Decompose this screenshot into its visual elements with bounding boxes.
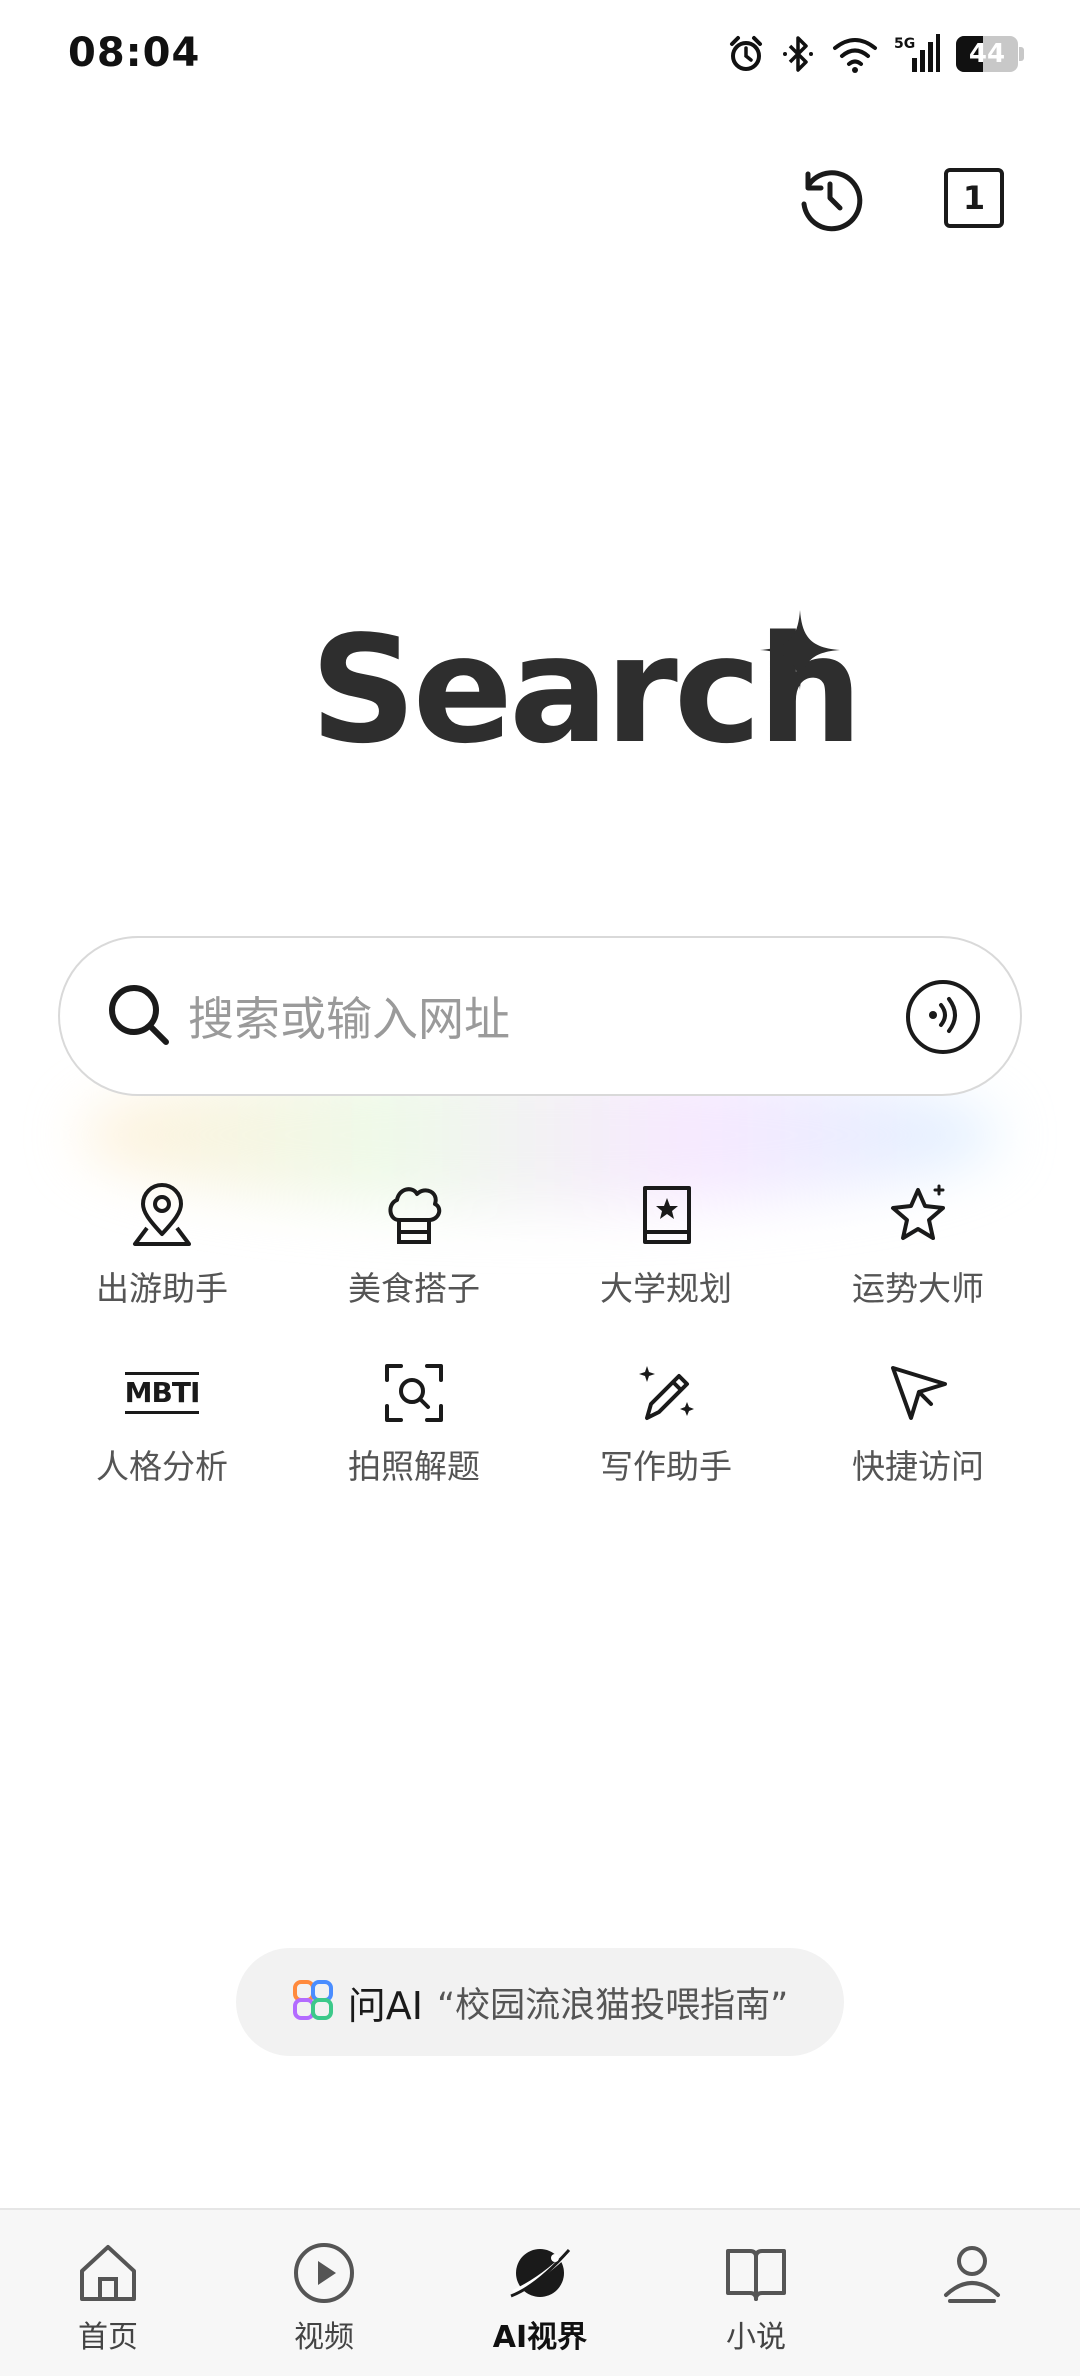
search-bar[interactable] (58, 936, 1022, 1096)
profile-icon (937, 2238, 1007, 2308)
ask-ai-query: “校园流浪猫投喂指南” (436, 1985, 789, 2026)
search-logo: Search (300, 600, 863, 770)
tab-count: 1 (962, 179, 986, 217)
sparkle-plus-icon (760, 610, 840, 694)
history-button[interactable] (794, 164, 866, 236)
shortcut-label: 拍照解题 (348, 1447, 480, 1486)
shortcut-label: 写作助手 (600, 1447, 732, 1486)
shortcut-grid: 出游助手 美食搭子 大学规划 运势大师 MBTI 人格分析 拍照解题 写作助手 (36, 1180, 1044, 1488)
shortcut-label: 出游助手 (96, 1269, 228, 1308)
play-circle-icon (289, 2238, 359, 2308)
shortcut-label: 运势大师 (852, 1269, 984, 1308)
voice-input-button[interactable] (906, 980, 980, 1054)
shortcut-label: 美食搭子 (348, 1269, 480, 1308)
shortcut-quick-access[interactable]: 快捷访问 (792, 1358, 1044, 1488)
alarm-icon (726, 34, 766, 74)
shortcut-label: 大学规划 (600, 1269, 732, 1308)
top-actions: 1 (780, 150, 1080, 250)
map-pin-icon (126, 1180, 198, 1250)
nav-label: 小说 (726, 2320, 786, 2355)
shortcut-travel-assistant[interactable]: 出游助手 (36, 1180, 288, 1310)
status-bar: 08:04 5G 44 (0, 0, 1080, 120)
sparkle-star-icon (882, 1180, 954, 1250)
shortcut-writing-assistant[interactable]: 写作助手 (540, 1358, 792, 1488)
scan-search-icon (378, 1358, 450, 1428)
nav-label: 视频 (294, 2320, 354, 2355)
mbti-icon-text: MBTI (124, 1372, 200, 1414)
ask-ai-prefix: 问AI (347, 1983, 423, 2028)
magic-pen-icon (630, 1358, 702, 1428)
mbti-icon: MBTI (124, 1358, 200, 1428)
nav-video[interactable]: 视频 (216, 2210, 432, 2376)
wifi-icon (832, 34, 878, 74)
bottom-nav: 首页 视频 AI视界 小说 (0, 2208, 1080, 2376)
ask-ai-suggestion[interactable]: 问AI “校园流浪猫投喂指南” (236, 1948, 844, 2056)
history-clock-icon (796, 164, 864, 236)
book-icon (721, 2238, 791, 2308)
nav-ai-vision[interactable]: AI视界 (432, 2210, 648, 2376)
shortcut-college-planning[interactable]: 大学规划 (540, 1180, 792, 1310)
nav-novel[interactable]: 小说 (648, 2210, 864, 2376)
nav-profile[interactable] (864, 2210, 1080, 2376)
shortcut-personality-analysis[interactable]: MBTI 人格分析 (36, 1358, 288, 1488)
home-icon (73, 2238, 143, 2308)
planet-icon (505, 2238, 575, 2308)
tabs-button[interactable]: 1 (944, 168, 1004, 228)
nav-home[interactable]: 首页 (0, 2210, 216, 2376)
signal-icon: 5G (894, 34, 940, 74)
ai-logo-icon (292, 1979, 334, 2025)
send-arrow-icon (882, 1358, 954, 1428)
shortcut-fortune-master[interactable]: 运势大师 (792, 1180, 1044, 1310)
chef-hat-icon (378, 1180, 450, 1250)
status-icons: 5G 44 (726, 34, 1024, 74)
shortcut-food-buddy[interactable]: 美食搭子 (288, 1180, 540, 1310)
status-time: 08:04 (68, 30, 201, 76)
shortcut-label: 快捷访问 (852, 1447, 984, 1486)
shortcut-label: 人格分析 (96, 1447, 228, 1486)
network-type-label: 5G (894, 36, 915, 52)
search-icon (104, 980, 174, 1054)
nav-label: 首页 (78, 2320, 138, 2355)
star-book-icon (630, 1180, 702, 1250)
bluetooth-icon (782, 34, 816, 74)
nav-label: AI视界 (492, 2320, 588, 2355)
battery-level: 44 (968, 39, 1006, 69)
voice-input-icon (921, 993, 965, 1041)
shortcut-photo-solve[interactable]: 拍照解题 (288, 1358, 540, 1488)
search-input[interactable] (188, 984, 868, 1054)
battery-icon: 44 (956, 36, 1024, 72)
